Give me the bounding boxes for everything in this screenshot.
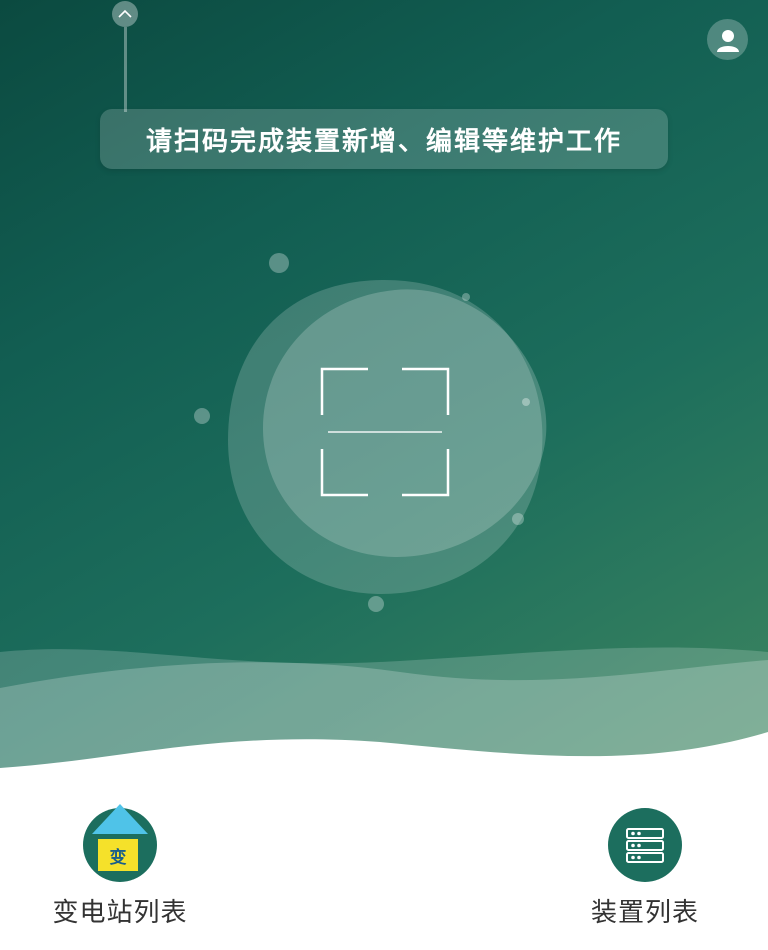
- substation-icon: 变: [83, 804, 157, 882]
- roof-icon: [92, 804, 148, 834]
- device-list-label: 装置列表: [590, 898, 699, 928]
- pull-handle[interactable]: [112, 1, 138, 27]
- substation-list-nav[interactable]: 变 变电站列表: [40, 804, 200, 929]
- device-list-nav[interactable]: 装置列表: [565, 808, 725, 929]
- substation-list-label: 变电站列表: [52, 898, 188, 928]
- chevron-up-icon: [118, 9, 132, 18]
- scan-frame-icon: [320, 367, 450, 497]
- server-rack-icon: [626, 828, 664, 863]
- user-avatar-button[interactable]: [707, 19, 748, 60]
- instruction-banner: 请扫码完成装置新增、编辑等维护工作: [100, 109, 668, 169]
- pull-handle-line: [124, 27, 127, 112]
- substation-badge: 变: [98, 839, 138, 871]
- banner-text: 请扫码完成装置新增、编辑等维护工作: [145, 126, 622, 157]
- server-list-icon: [608, 808, 682, 882]
- user-icon: [716, 29, 739, 52]
- scan-qr-button[interactable]: [318, 365, 452, 499]
